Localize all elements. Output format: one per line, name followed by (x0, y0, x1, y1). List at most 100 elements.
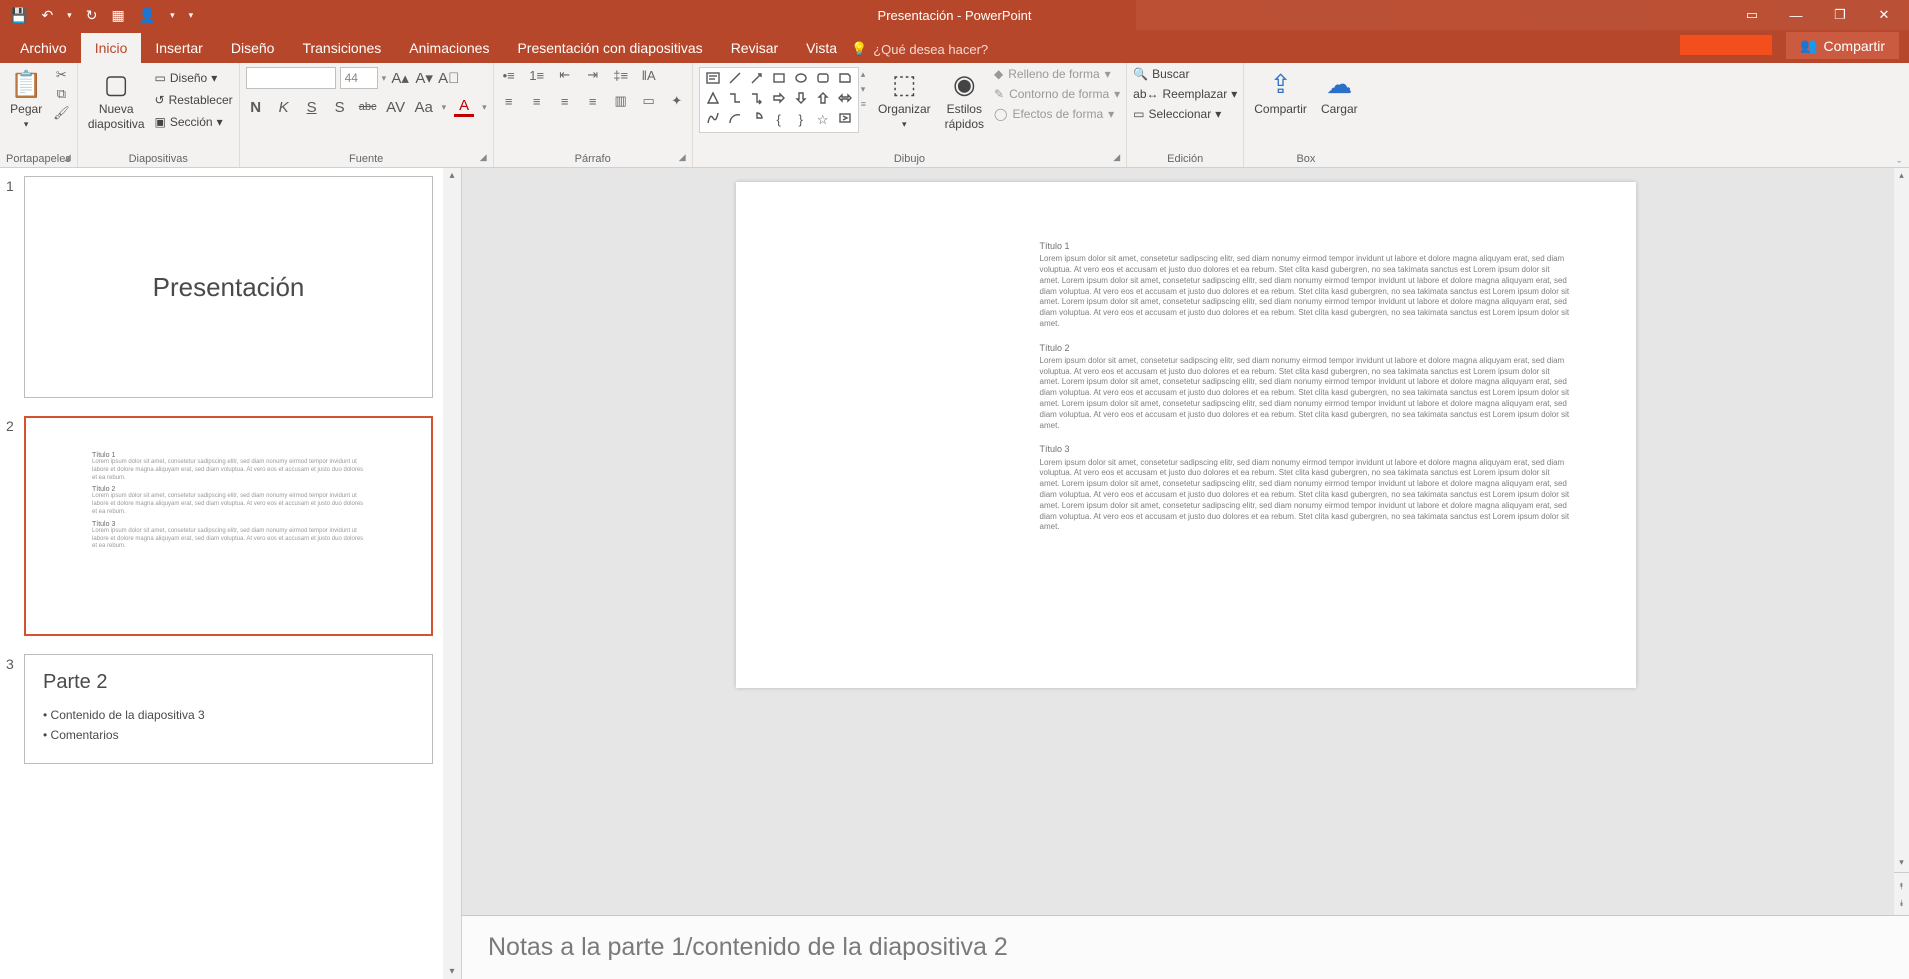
tab-home[interactable]: Inicio (81, 33, 142, 63)
close-icon[interactable]: ✕ (1871, 7, 1897, 23)
quick-styles-button[interactable]: ◉ Estilos rápidos (941, 67, 988, 133)
font-color-dropdown-icon[interactable]: ▾ (482, 102, 487, 113)
shape-oval-icon[interactable] (791, 71, 811, 89)
start-from-beginning-icon[interactable]: ▦ (111, 7, 124, 24)
paragraph-dialog-launcher-icon[interactable]: ◢ (679, 152, 686, 163)
sign-in-button[interactable] (1680, 35, 1772, 55)
underline-button[interactable]: S (302, 99, 322, 116)
shape-action-icon[interactable] (835, 111, 855, 129)
tab-transitions[interactable]: Transiciones (288, 33, 395, 63)
shape-textbox-icon[interactable] (703, 71, 723, 89)
increase-font-icon[interactable]: A▴ (390, 69, 410, 87)
prev-slide-icon[interactable]: ⯭ (1897, 879, 1906, 894)
align-center-icon[interactable]: ≡ (528, 94, 546, 109)
find-button[interactable]: 🔍 Buscar (1133, 67, 1237, 81)
increase-indent-icon[interactable]: ⇥ (584, 67, 602, 83)
slide-thumb-2[interactable]: Título 1 Lorem ipsum dolor sit amet, con… (24, 416, 433, 636)
slide-canvas[interactable]: Título 1 Lorem ipsum dolor sit amet, con… (736, 182, 1636, 688)
shape-arrow-leftright-icon[interactable] (835, 91, 855, 109)
shape-right-brace-icon[interactable]: } (791, 111, 811, 129)
shape-pie-icon[interactable] (747, 111, 767, 129)
layout-button[interactable]: ▭ Diseño ▾ (155, 71, 233, 85)
scroll-down-icon[interactable]: ▾ (447, 964, 456, 979)
shape-arrow-up-icon[interactable] (813, 91, 833, 109)
replace-button[interactable]: ab↔ Reemplazar ▾ (1133, 87, 1237, 101)
shape-curve-icon[interactable] (703, 111, 723, 129)
italic-button[interactable]: K (274, 99, 294, 116)
format-painter-icon[interactable]: 🖌 (52, 105, 70, 121)
case-dropdown-icon[interactable]: ▾ (442, 102, 447, 113)
touch-dropdown-icon[interactable]: ▾ (170, 10, 175, 21)
numbering-icon[interactable]: 1≡ (528, 68, 546, 83)
shape-arrow-right-icon[interactable] (769, 91, 789, 109)
scroll-up-icon[interactable]: ▴ (1897, 168, 1906, 183)
scroll-up-icon[interactable]: ▴ (447, 168, 456, 183)
shape-elbow-arrow-icon[interactable] (747, 91, 767, 109)
reset-button[interactable]: ↺ Restablecer (155, 93, 233, 107)
tab-insert[interactable]: Insertar (141, 33, 216, 63)
shape-line-icon[interactable] (725, 71, 745, 89)
tab-file[interactable]: Archivo (6, 33, 81, 63)
font-size-input[interactable] (340, 67, 378, 89)
justify-icon[interactable]: ≡ (584, 94, 602, 109)
bold-button[interactable]: N (246, 99, 266, 116)
shape-star-icon[interactable]: ☆ (813, 111, 833, 129)
new-slide-button[interactable]: ▢ Nueva diapositiva (84, 67, 149, 133)
change-case-button[interactable]: Aa (414, 99, 434, 116)
notes-text[interactable]: Notas a la parte 1/contenido de la diapo… (488, 933, 1008, 962)
collapse-ribbon-icon[interactable]: ˬ (1889, 147, 1909, 167)
clear-formatting-icon[interactable]: A⃠ (438, 70, 458, 87)
shape-arc-icon[interactable] (725, 111, 745, 129)
shape-rectangle-icon[interactable] (769, 71, 789, 89)
paste-button[interactable]: 📋 Pegar ▾ (6, 67, 46, 131)
shape-elbow-connector-icon[interactable] (725, 91, 745, 109)
text-direction-icon[interactable]: ‖A (640, 68, 658, 83)
undo-dropdown-icon[interactable]: ▾ (67, 10, 72, 21)
copy-icon[interactable]: ⧉ (52, 86, 70, 102)
align-right-icon[interactable]: ≡ (556, 94, 574, 109)
box-upload-button[interactable]: ☁ Cargar (1317, 67, 1362, 119)
strikethrough-button[interactable]: abc (358, 101, 378, 113)
select-button[interactable]: ▭ Seleccionar ▾ (1133, 107, 1237, 121)
ribbon-display-options-icon[interactable]: ▭ (1739, 7, 1765, 23)
gallery-more-icon[interactable]: ≡ (861, 99, 866, 109)
line-spacing-icon[interactable]: ‡≡ (612, 68, 630, 83)
cut-icon[interactable]: ✂ (52, 67, 70, 83)
smartart-icon[interactable]: ✦ (668, 93, 686, 109)
tab-review[interactable]: Revisar (717, 33, 792, 63)
shadow-button[interactable]: S (330, 99, 350, 116)
clipboard-dialog-launcher-icon[interactable]: ◢ (64, 152, 71, 163)
slide-thumb-1[interactable]: Presentación (24, 176, 433, 398)
font-color-button[interactable]: A (454, 97, 474, 117)
tab-view[interactable]: Vista (792, 33, 851, 63)
shape-rounded-rect-icon[interactable] (813, 71, 833, 89)
font-dialog-launcher-icon[interactable]: ◢ (480, 152, 487, 163)
columns-icon[interactable]: ▥ (612, 93, 630, 109)
tab-design[interactable]: Diseño (217, 33, 289, 63)
section-button[interactable]: ▣ Sección ▾ (155, 115, 233, 129)
qat-customize-icon[interactable]: ▾ (189, 10, 194, 21)
align-left-icon[interactable]: ≡ (500, 94, 518, 109)
tab-animations[interactable]: Animaciones (395, 33, 503, 63)
gallery-up-icon[interactable]: ▴ (861, 69, 866, 80)
redo-icon[interactable]: ↻ (86, 7, 98, 24)
thumbs-scrollbar[interactable]: ▴ ▾ (443, 168, 461, 979)
notes-pane[interactable]: Notas a la parte 1/contenido de la diapo… (462, 915, 1909, 979)
shape-snip-rect-icon[interactable] (835, 71, 855, 89)
shape-left-brace-icon[interactable]: { (769, 111, 789, 129)
shape-outline-button[interactable]: ✎ Contorno de forma ▾ (994, 87, 1120, 101)
bullets-icon[interactable]: •≡ (500, 68, 518, 83)
arrange-button[interactable]: ⬚ Organizar ▾ (874, 67, 935, 131)
box-share-button[interactable]: ⇪ Compartir (1250, 67, 1311, 119)
shape-effects-button[interactable]: ◯ Efectos de forma ▾ (994, 107, 1120, 121)
font-name-input[interactable] (246, 67, 336, 89)
shape-arrow-down-icon[interactable] (791, 91, 811, 109)
save-icon[interactable]: 💾 (10, 7, 27, 24)
main-scrollbar[interactable]: ▴ ▾ ⯭ ⯯ (1894, 168, 1909, 915)
scroll-down-icon[interactable]: ▾ (1897, 855, 1906, 870)
maximize-icon[interactable]: ❐ (1827, 7, 1853, 23)
share-button[interactable]: 👥 Compartir (1786, 32, 1899, 59)
tab-slideshow[interactable]: Presentación con diapositivas (503, 33, 716, 63)
touch-mode-icon[interactable]: 👤 (139, 7, 156, 24)
shape-arrow-line-icon[interactable] (747, 71, 767, 89)
